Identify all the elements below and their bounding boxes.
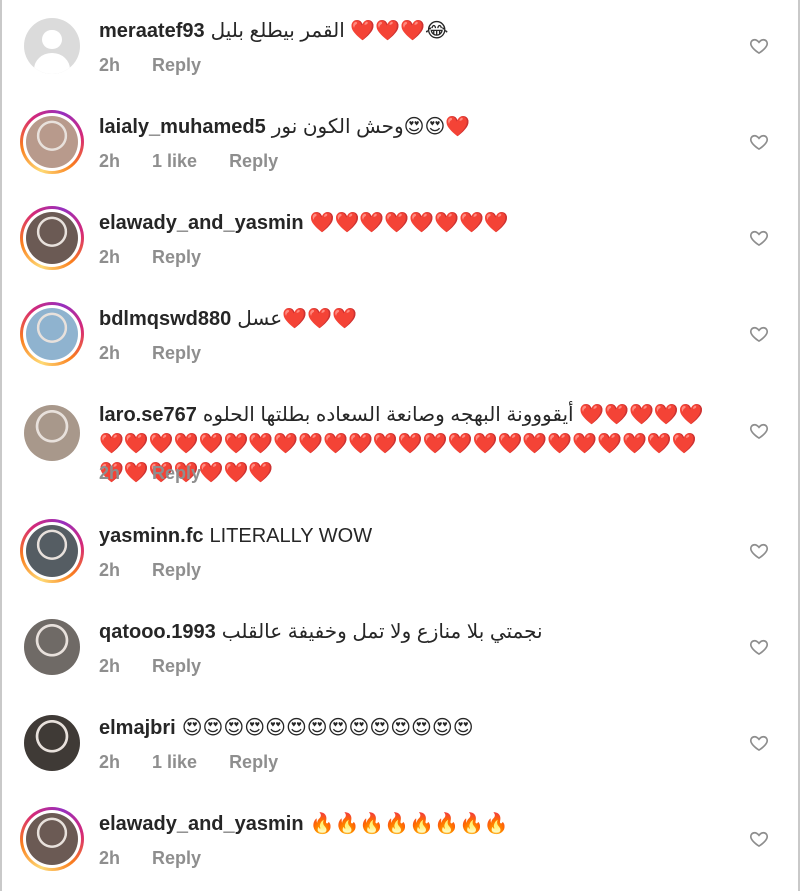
comment-row: qatooo.1993 نجمتي بلا منازع ولا تمل وخفيف… [0,615,800,711]
comment-text: qatooo.1993 نجمتي بلا منازع ولا تمل وخفيف… [99,618,720,647]
comment-meta: 2h Reply [99,247,201,268]
reply-button[interactable]: Reply [152,463,201,484]
comment-timestamp: 2h [99,848,121,868]
heart-outline-icon[interactable] [749,421,769,441]
avatar[interactable] [20,110,84,174]
comment-meta: 2h Reply [99,463,201,484]
comment-text: elawady_and_yasmin ❤️❤️❤️❤️❤️❤️❤️❤️ [99,209,720,238]
comment-username[interactable]: elmajbri [99,717,176,739]
avatar[interactable] [20,302,84,366]
avatar-photo [24,619,80,675]
comment-timestamp: 2h [99,343,121,363]
comment-meta: 2h Reply [99,343,201,364]
reply-button[interactable]: Reply [152,656,201,677]
comment-row: elawady_and_yasmin 🔥🔥🔥🔥🔥🔥🔥🔥 2h Reply [0,807,800,891]
comment-username[interactable]: yasminn.fc [99,525,203,547]
comment-username[interactable]: qatooo.1993 [99,621,216,643]
comment-timestamp: 2h [99,55,121,75]
comment-text: yasminn.fc LITERALLY WOW [99,522,720,551]
comment-body: عسل❤️❤️❤️ [237,308,357,330]
comment-meta: 2h Reply [99,656,201,677]
comment-timestamp: 2h [99,151,121,171]
reply-button[interactable]: Reply [152,560,201,581]
avatar[interactable] [20,14,84,78]
heart-outline-icon[interactable] [749,541,769,561]
comment-username[interactable]: laialy_muhamed5 [99,116,266,138]
avatar-photo [26,116,78,168]
comment-meta: 2h 1 like Reply [99,752,278,773]
heart-outline-icon[interactable] [749,228,769,248]
comment-list: meraatef93 القمر بيطلع بليل ❤️❤️❤️😂 2h Repl… [0,0,800,891]
comment-text: elmajbri 😍😍😍😍😍😍😍😍😍😍😍😍😍😍 [99,714,720,743]
avatar[interactable] [20,711,84,775]
comment-timestamp: 2h [99,463,121,483]
comment-username[interactable]: laro.se767 [99,404,197,426]
comment-body: نجمتي بلا منازع ولا تمل وخفيفة عالقلب [221,621,543,643]
comment-row: meraatef93 القمر بيطلع بليل ❤️❤️❤️😂 2h Repl… [0,14,800,110]
avatar-photo [26,308,78,360]
heart-outline-icon[interactable] [749,637,769,657]
comment-body: القمر بيطلع بليل ❤️❤️❤️😂 [210,20,449,42]
avatar-photo [26,813,78,865]
comment-text: bdlmqswd880 عسل❤️❤️❤️ [99,305,720,334]
avatar-photo [24,405,80,461]
reply-button[interactable]: Reply [229,752,278,773]
avatar-photo [26,525,78,577]
comment-timestamp: 2h [99,752,121,772]
comment-timestamp: 2h [99,656,121,676]
comment-row: bdlmqswd880 عسل❤️❤️❤️ 2h Reply [0,302,800,398]
reply-button[interactable]: Reply [152,848,201,869]
avatar[interactable] [20,615,84,679]
avatar-photo [26,212,78,264]
heart-outline-icon[interactable] [749,324,769,344]
comment-username[interactable]: elawady_and_yasmin [99,813,304,835]
avatar-photo [24,715,80,771]
comment-timestamp: 2h [99,560,121,580]
reply-button[interactable]: Reply [152,343,201,364]
comment-text: meraatef93 القمر بيطلع بليل ❤️❤️❤️😂 [99,17,720,46]
comment-meta: 2h 1 like Reply [99,151,278,172]
avatar[interactable] [20,807,84,871]
reply-button[interactable]: Reply [229,151,278,172]
comment-row: laro.se767 أيقووونة البهجه وصانعة السعاده… [0,398,800,519]
comment-body: وحش الكون نور😍😍❤️ [271,116,471,138]
comment-body: 🔥🔥🔥🔥🔥🔥🔥🔥 [309,813,509,835]
avatar[interactable] [20,519,84,583]
comment-body: 😍😍😍😍😍😍😍😍😍😍😍😍😍😍 [181,717,474,739]
avatar[interactable] [20,206,84,270]
reply-button[interactable]: Reply [152,247,201,268]
heart-outline-icon[interactable] [749,132,769,152]
comment-meta: 2h Reply [99,560,201,581]
reply-button[interactable]: Reply [152,55,201,76]
comment-body: LITERALLY WOW [209,525,373,547]
comment-username[interactable]: meraatef93 [99,20,205,42]
comment-row: laialy_muhamed5 وحش الكون نور😍😍❤️ 2h 1 like… [0,110,800,206]
comment-row: elmajbri 😍😍😍😍😍😍😍😍😍😍😍😍😍😍 2h 1 like Reply [0,711,800,807]
comment-text: laialy_muhamed5 وحش الكون نور😍😍❤️ [99,113,720,142]
comment-like-count[interactable]: 1 like [152,752,197,773]
comment-username[interactable]: elawady_and_yasmin [99,212,304,234]
comment-meta: 2h Reply [99,848,201,869]
left-edge-divider [0,0,2,891]
comment-meta: 2h Reply [99,55,201,76]
comment-username[interactable]: bdlmqswd880 [99,308,231,330]
heart-outline-icon[interactable] [749,829,769,849]
comment-row: elawady_and_yasmin ❤️❤️❤️❤️❤️❤️❤️❤️ 2h Repl… [0,206,800,302]
avatar[interactable] [20,401,84,465]
comment-row: yasminn.fc LITERALLY WOW 2h Reply [0,519,800,615]
heart-outline-icon[interactable] [749,733,769,753]
user-silhouette-icon [24,18,80,74]
heart-outline-icon[interactable] [749,36,769,56]
comment-body: ❤️❤️❤️❤️❤️❤️❤️❤️ [309,212,509,234]
comment-text: elawady_and_yasmin 🔥🔥🔥🔥🔥🔥🔥🔥 [99,810,720,839]
comment-like-count[interactable]: 1 like [152,151,197,172]
comment-timestamp: 2h [99,247,121,267]
